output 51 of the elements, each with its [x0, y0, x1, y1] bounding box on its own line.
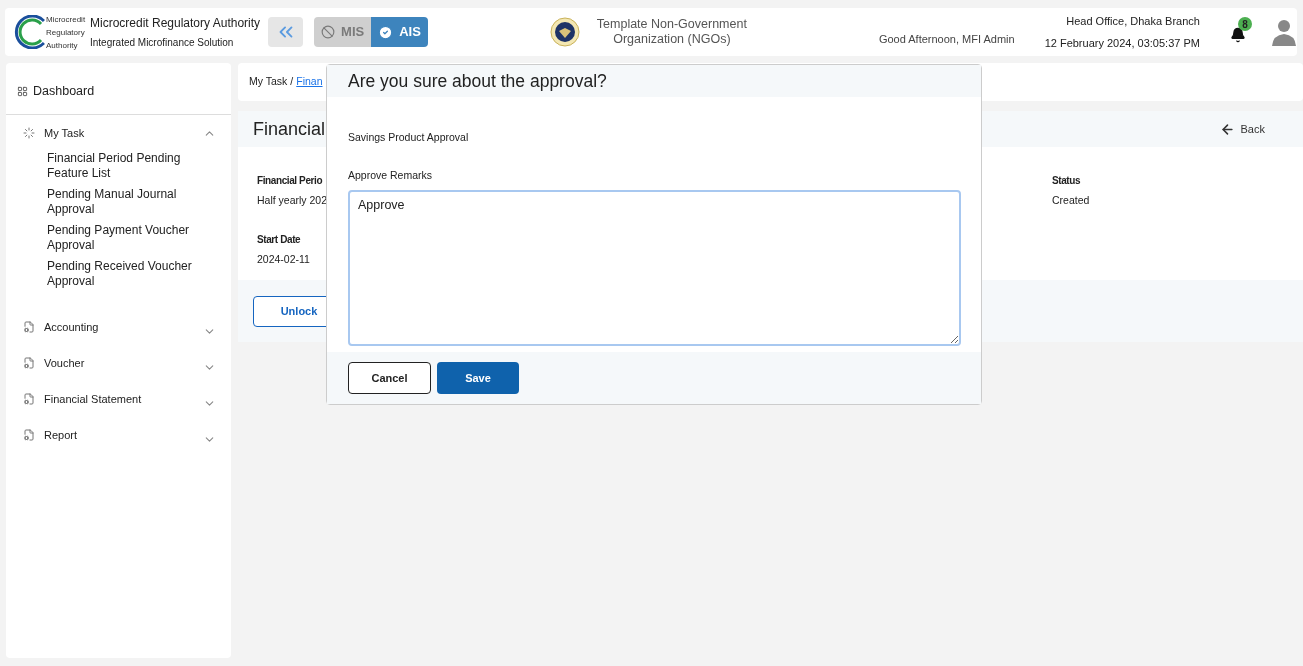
field-value: Created — [1052, 193, 1090, 208]
field-value: 2024-02-11 — [257, 252, 310, 267]
grid-icon — [17, 86, 28, 97]
document-icon — [23, 393, 35, 405]
document-icon — [23, 357, 35, 369]
cancel-button[interactable]: Cancel — [348, 361, 431, 394]
field-label: Start Date — [257, 233, 302, 247]
field-label: Financial Perio — [257, 174, 324, 188]
breadcrumb-link[interactable]: Finan — [296, 74, 323, 90]
sidebar-subitem[interactable]: Financial Period Pending Feature List — [47, 151, 201, 181]
greeting: Good Afternoon, MFI Admin — [878, 31, 1015, 47]
logo-icon — [14, 15, 45, 49]
ngo-name: Template Non-Government Organization (NGOs) — [595, 17, 748, 47]
spinner-icon — [23, 127, 35, 139]
branch-name: Head Office, Dhaka Branch — [1066, 14, 1200, 29]
document-icon — [23, 321, 35, 333]
sidebar-item[interactable]: Voucher — [6, 345, 231, 381]
dashboard-link[interactable]: Dashboard — [33, 82, 95, 101]
remarks-label: Approve Remarks — [348, 167, 434, 183]
sidebar-item[interactable]: Accounting — [6, 309, 231, 345]
module-toggle[interactable]: AIS — [371, 17, 428, 47]
page-title: Financial — [253, 117, 326, 141]
sidebar-item[interactable]: Financial Statement — [6, 381, 231, 417]
avatar-icon[interactable] — [1270, 18, 1297, 46]
logo-text: Regulatory — [46, 27, 85, 39]
breadcrumb-item[interactable]: My Task — [249, 74, 288, 90]
dialog-subtitle: Savings Product Approval — [348, 130, 470, 145]
sidebar-subitem[interactable]: Pending Received Voucher Approval — [47, 259, 201, 289]
sidebar-subitem[interactable]: Pending Manual Journal Approval — [47, 187, 201, 217]
date-time: 12 February 2024, 03:05:37 PM — [1044, 35, 1200, 51]
check-icon — [378, 24, 394, 40]
breadcrumb-separator: / — [290, 74, 294, 90]
org-name: Microcredit Regulatory Authority — [90, 15, 261, 32]
ban-icon — [321, 25, 336, 39]
save-button[interactable]: Save — [437, 361, 519, 394]
org-subtitle: Integrated Microfinance Solution — [90, 36, 235, 50]
sidebar-item[interactable]: My Task — [6, 115, 231, 151]
field-label: Status — [1052, 174, 1082, 188]
remarks-field[interactable]: Approve — [348, 189, 961, 346]
collapse-button[interactable] — [268, 17, 304, 47]
sidebar-item[interactable]: Report — [6, 417, 231, 453]
notification-badge: 8 — [1237, 17, 1252, 31]
logo-text: Microcredit — [46, 14, 86, 26]
bell-icon[interactable] — [1229, 27, 1246, 43]
seal-icon — [549, 17, 580, 47]
dialog-title: Are you sure about the approval? — [348, 69, 607, 93]
field-value: Half yearly 202 — [257, 193, 328, 208]
logo-text: Authority — [46, 40, 78, 52]
back-button[interactable]: Back — [1219, 120, 1265, 138]
sidebar-subitem[interactable]: Pending Payment Voucher Approval — [47, 223, 201, 253]
document-icon — [23, 429, 35, 441]
